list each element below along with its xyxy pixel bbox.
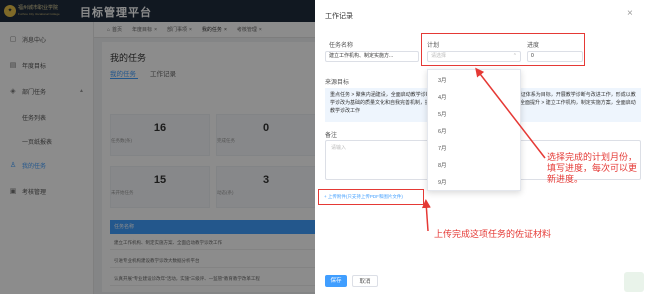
plan-annotation-text: 选择完成的计划月份，填写进度，每次可以更新进度。	[547, 152, 638, 184]
dropdown-option[interactable]: 8月	[428, 158, 520, 174]
chevron-up-icon: ⌃	[512, 53, 517, 59]
upload-attachment-link[interactable]: + 上传附件(只支持上传PDF和图片文件)	[322, 192, 418, 202]
task-name-field[interactable]: 建立工作机构、制定实施方...	[325, 51, 419, 62]
save-button[interactable]: 保存	[325, 275, 347, 287]
plan-placeholder: 请选择	[431, 53, 447, 59]
plan-select[interactable]: 请选择 ⌃	[427, 51, 521, 62]
task-name-label: 任务名称	[329, 43, 354, 49]
modal-backdrop[interactable]	[0, 0, 315, 294]
source-goal-label: 来源目标	[325, 80, 350, 86]
dropdown-option[interactable]: 5月	[428, 107, 520, 123]
progress-input[interactable]: 0	[527, 51, 583, 62]
dropdown-option[interactable]: 7月	[428, 141, 520, 157]
month-dropdown: 3月 4月 5月 6月 7月 8月 9月	[427, 69, 521, 191]
upload-annotation-text: 上传完成这项任务的佐证材料	[434, 229, 552, 239]
close-icon[interactable]: ×	[627, 8, 633, 19]
dropdown-option[interactable]: 6月	[428, 124, 520, 140]
cancel-button[interactable]: 取消	[352, 275, 378, 287]
dialog-title: 工作记录	[325, 13, 353, 20]
watermark-logo-icon	[624, 272, 644, 292]
dropdown-option[interactable]: 4月	[428, 90, 520, 106]
remark-label: 备注	[325, 133, 338, 139]
progress-label: 进度	[527, 43, 540, 49]
plan-label: 计划	[427, 43, 440, 49]
dropdown-option[interactable]: 3月	[428, 73, 520, 89]
dropdown-option[interactable]: 9月	[428, 175, 520, 191]
